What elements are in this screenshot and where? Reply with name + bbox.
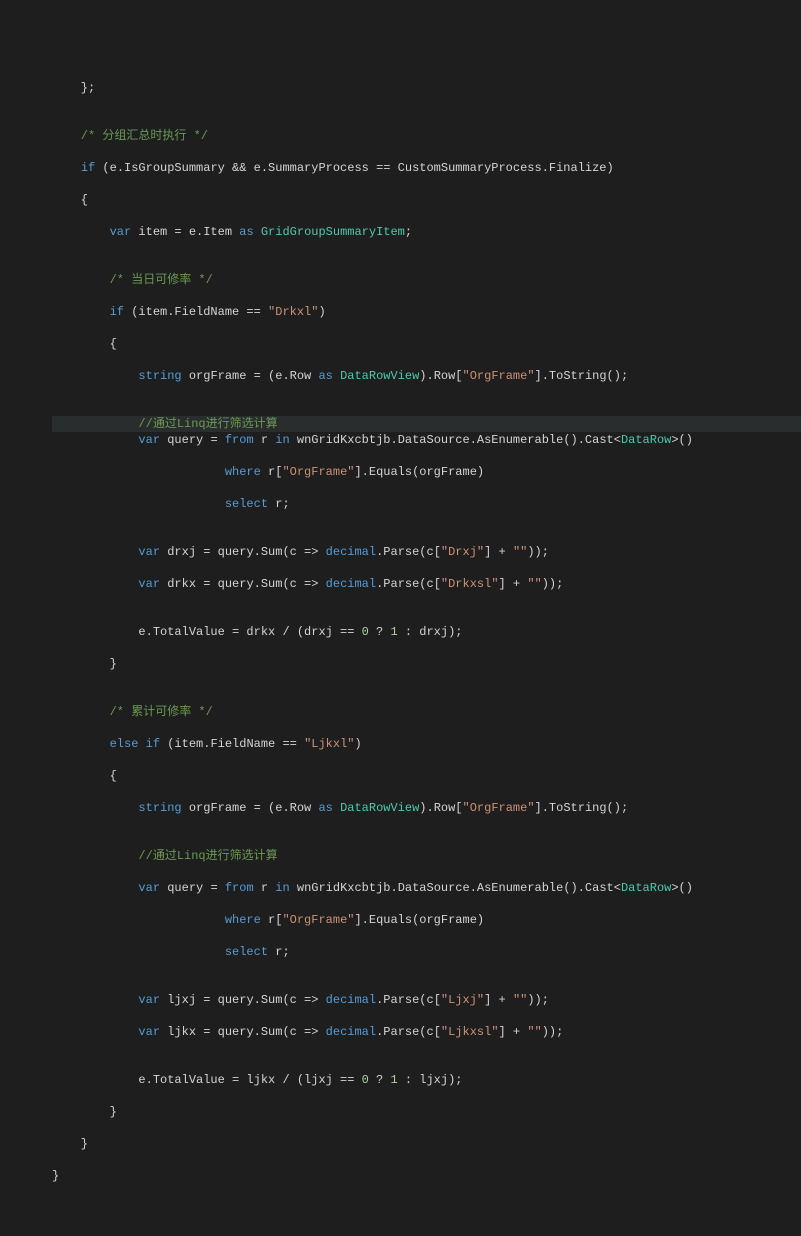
code-editor[interactable]: }; /* 分组汇总时执行 */ if (e.IsGroupSummary &&… <box>52 64 801 1200</box>
code-line: } <box>52 656 801 672</box>
code-line: e.TotalValue = drkx / (drxj == 0 ? 1 : d… <box>52 624 801 640</box>
code-line: if (item.FieldName == "Drkxl") <box>52 304 801 320</box>
code-line: } <box>52 1168 801 1184</box>
code-line: } <box>52 1136 801 1152</box>
code-line: select r; <box>52 496 801 512</box>
code-line: if (e.IsGroupSummary && e.SummaryProcess… <box>52 160 801 176</box>
code-line: string orgFrame = (e.Row as DataRowView)… <box>52 800 801 816</box>
code-comment: //通过Linq进行筛选计算 <box>52 848 801 864</box>
code-line: var drkx = query.Sum(c => decimal.Parse(… <box>52 576 801 592</box>
code-comment: /* 累计可修率 */ <box>52 704 801 720</box>
code-comment-highlighted: //通过Linq进行筛选计算 <box>52 416 801 432</box>
code-line: { <box>52 768 801 784</box>
code-line: var ljkx = query.Sum(c => decimal.Parse(… <box>52 1024 801 1040</box>
code-line: { <box>52 192 801 208</box>
code-line: select r; <box>52 944 801 960</box>
code-comment: /* 当日可修率 */ <box>52 272 801 288</box>
code-line: var ljxj = query.Sum(c => decimal.Parse(… <box>52 992 801 1008</box>
code-line: { <box>52 336 801 352</box>
code-line: var query = from r in wnGridKxcbtjb.Data… <box>52 432 801 448</box>
code-line: var query = from r in wnGridKxcbtjb.Data… <box>52 880 801 896</box>
code-line: else if (item.FieldName == "Ljkxl") <box>52 736 801 752</box>
code-line: e.TotalValue = ljkx / (ljxj == 0 ? 1 : l… <box>52 1072 801 1088</box>
code-line: }; <box>52 80 801 96</box>
code-line: } <box>52 1104 801 1120</box>
code-comment: /* 分组汇总时执行 */ <box>52 128 801 144</box>
code-line: string orgFrame = (e.Row as DataRowView)… <box>52 368 801 384</box>
code-line: var item = e.Item as GridGroupSummaryIte… <box>52 224 801 240</box>
code-line: where r["OrgFrame"].Equals(orgFrame) <box>52 464 801 480</box>
code-line: where r["OrgFrame"].Equals(orgFrame) <box>52 912 801 928</box>
code-line: var drxj = query.Sum(c => decimal.Parse(… <box>52 544 801 560</box>
